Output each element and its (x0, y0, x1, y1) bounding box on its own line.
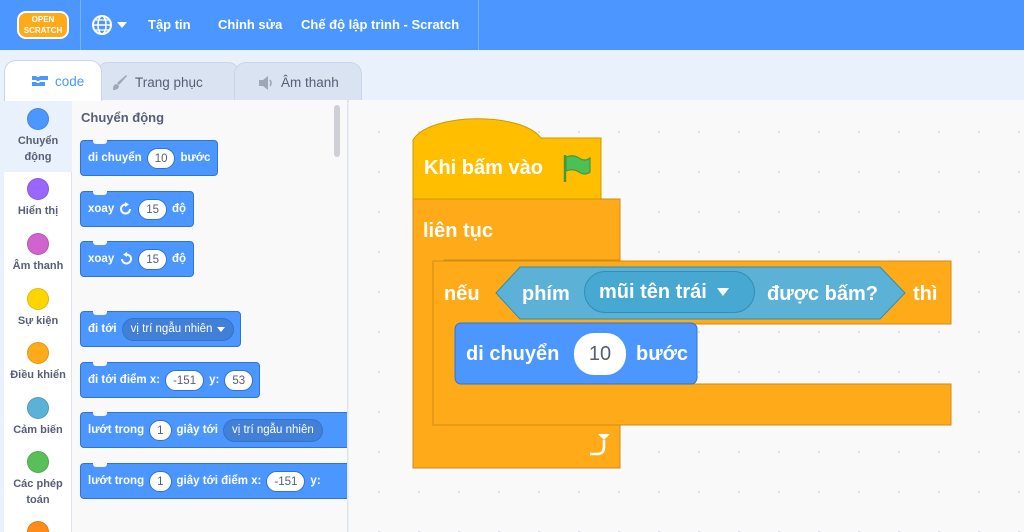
tab-code[interactable]: code (4, 60, 102, 101)
block-text: giây tới điểm x: (176, 475, 262, 487)
palette-turn-right-block[interactable]: xoay 15 độ (80, 191, 195, 227)
dropdown-value: vị trí ngẫu nhiên (231, 423, 314, 436)
move-label: di chuyển (466, 343, 560, 365)
scratch-editor: OPEN SCRATCH Tập tin Chỉnh sửa Chế độ lậ… (0, 0, 1024, 532)
file-menu[interactable]: Tập tin (148, 0, 191, 50)
looks-category-dot (27, 178, 49, 200)
category-motion[interactable]: Chuyển động (4, 100, 72, 172)
open-scratch-logo[interactable]: OPEN SCRATCH (17, 11, 69, 39)
paintbrush-icon (113, 74, 127, 90)
x-input[interactable]: -151 (266, 470, 306, 492)
degrees-input[interactable]: 15 (138, 248, 168, 270)
edit-menu[interactable]: Chỉnh sửa (218, 0, 282, 50)
steps-input[interactable]: 10 (146, 147, 176, 169)
menu-bar: OPEN SCRATCH Tập tin Chỉnh sửa Chế độ lậ… (0, 0, 1024, 50)
palette-turn-left-block[interactable]: xoay 15 độ (80, 241, 195, 277)
category-sound[interactable]: Âm thanh (4, 233, 72, 274)
block-text: giây tới (176, 424, 218, 436)
category-menu: Chuyển động Hiển thị Âm thanh Sự kiện Đi… (4, 100, 72, 532)
glide-target-dropdown[interactable]: vị trí ngẫu nhiên (222, 418, 323, 442)
if-label: nếu (444, 283, 480, 305)
tab-costumes-label: Trang phục (135, 75, 203, 90)
block-text: y: (310, 475, 321, 487)
operators-category-dot (27, 451, 49, 473)
code-blocks-icon (32, 76, 48, 86)
tab-sounds-label: Âm thanh (281, 75, 339, 90)
rotate-right-icon (120, 202, 132, 215)
category-looks[interactable]: Hiển thị (4, 178, 72, 219)
x-input[interactable]: -151 (165, 369, 205, 391)
degrees-input[interactable]: 15 (138, 198, 168, 220)
category-label: Chuyển động (17, 135, 59, 163)
svg-text:SCRATCH: SCRATCH (24, 26, 63, 35)
svg-text:OPEN: OPEN (32, 15, 55, 24)
block-text: độ (172, 253, 187, 265)
goto-target-dropdown[interactable]: vị trí ngẫu nhiên (121, 317, 235, 341)
variables-category-dot (27, 521, 49, 532)
category-control[interactable]: Điều khiển (4, 342, 72, 383)
palette-scrollbar[interactable] (334, 105, 340, 157)
block-text: lướt trong (88, 475, 145, 487)
block-text: bước (180, 152, 211, 164)
sensing-category-dot (27, 397, 49, 419)
script-workspace[interactable]: Khi bấm vào liên tục nếu phím mũi tên tr… (349, 100, 1024, 532)
palette-goto-block[interactable]: đi tới vị trí ngẫu nhiên (80, 311, 242, 347)
events-category-dot (27, 288, 49, 310)
tab-costumes[interactable]: Trang phục (96, 62, 240, 102)
palette-move-block[interactable]: di chuyển 10 bước (80, 140, 219, 176)
block-text: độ (172, 203, 187, 215)
seconds-input[interactable]: 1 (149, 470, 172, 492)
forever-label: liên tục (423, 220, 494, 242)
project-title: Chế độ lập trình - Scratch (301, 17, 460, 32)
block-text: di chuyển (88, 152, 142, 164)
speaker-icon (259, 75, 272, 90)
block-text: đi tới điểm x: (88, 374, 161, 386)
then-label: thì (913, 283, 938, 305)
sound-category-dot (27, 233, 49, 255)
move-unit-label: bước (636, 343, 689, 365)
globe-icon (92, 15, 112, 35)
key-label: phím (522, 283, 570, 305)
category-label: Cảm biến (13, 424, 63, 436)
palette-goto-xy-block[interactable]: đi tới điểm x: -151 y: 53 (80, 362, 261, 398)
category-operators[interactable]: Các phép toán (4, 451, 72, 508)
when-flag-clicked-label: Khi bấm vào (424, 157, 543, 179)
category-label: Điều khiển (10, 369, 66, 381)
block-text: lướt trong (88, 424, 145, 436)
palette-glide-block[interactable]: lướt trong 1 giây tới vị trí ngẫu nhiên (80, 412, 347, 448)
dropdown-value: vị trí ngẫu nhiên (130, 322, 213, 335)
block-text: y: (209, 374, 220, 386)
control-category-dot (27, 342, 49, 364)
menu-divider (478, 0, 479, 50)
block-palette: Chuyển động di chuyển 10 bước xoay 15 độ… (72, 100, 348, 532)
move-steps-input[interactable]: 10 (574, 333, 626, 375)
category-label: Hiển thị (17, 205, 59, 217)
palette-glide-xy-block[interactable]: lướt trong 1 giây tới điểm x: -151 y: (80, 463, 347, 499)
tab-code-label: code (55, 73, 85, 89)
pressed-label: được bấm? (767, 283, 878, 305)
rotate-left-icon (121, 252, 133, 265)
motion-category-dot (27, 108, 49, 130)
key-choice-dropdown[interactable]: mũi tên trái (584, 271, 755, 313)
dropdown-value: mũi tên trái (599, 280, 707, 303)
block-text: xoay (88, 253, 115, 265)
category-variables[interactable] (4, 521, 72, 532)
category-events[interactable]: Sự kiện (4, 288, 72, 329)
category-label: Các phép toán (13, 478, 63, 506)
tab-sounds[interactable]: Âm thanh (234, 62, 362, 102)
seconds-input[interactable]: 1 (149, 419, 172, 441)
caret-down-icon (716, 288, 729, 296)
caret-down-icon (117, 22, 127, 28)
category-sensing[interactable]: Cảm biến (4, 397, 72, 438)
category-label: Âm thanh (12, 260, 64, 272)
caret-down-icon (217, 326, 226, 332)
y-input[interactable]: 53 (224, 369, 254, 391)
language-menu[interactable] (91, 12, 131, 38)
category-label: Sự kiện (17, 315, 59, 327)
menu-divider (80, 0, 81, 50)
palette-section-title: Chuyển động (81, 110, 165, 125)
block-text: đi tới (88, 323, 117, 335)
block-text: xoay (88, 203, 115, 215)
